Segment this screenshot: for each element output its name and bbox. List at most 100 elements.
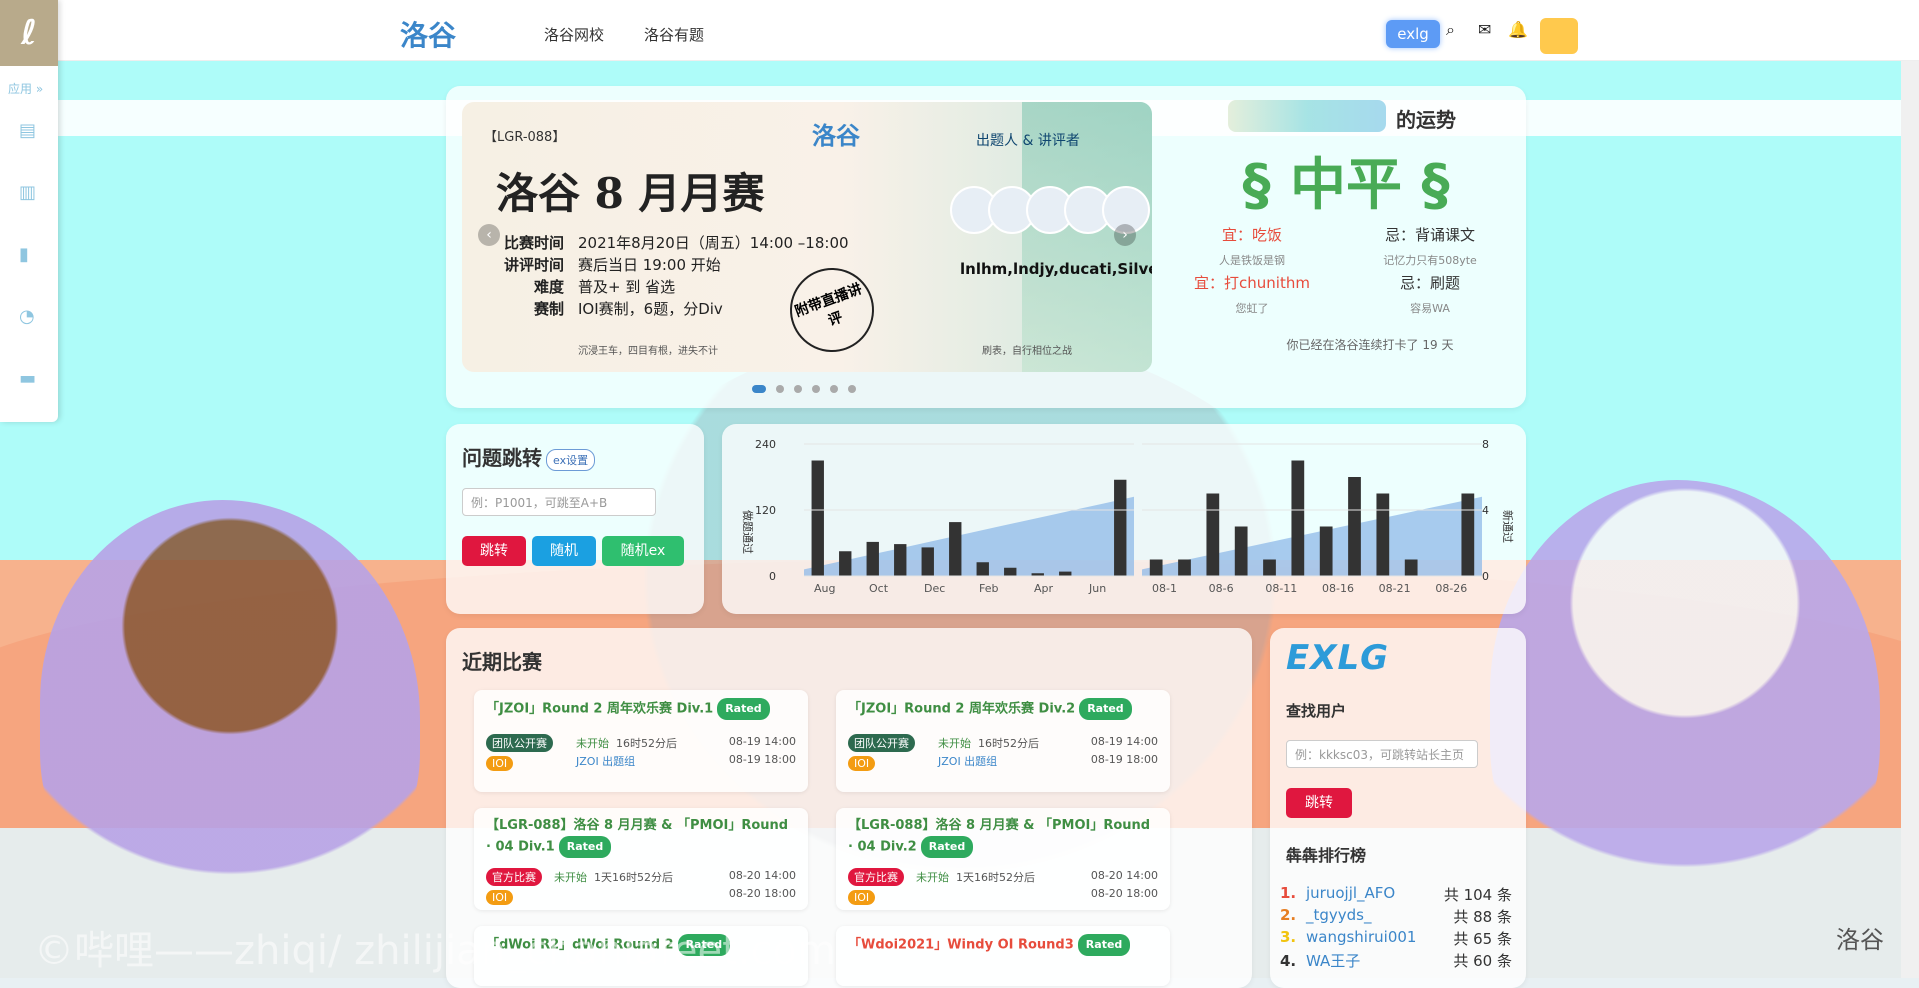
- sidebar-apps-label[interactable]: 应用 »: [8, 80, 43, 97]
- chart-x-tick: 08-21: [1379, 582, 1411, 595]
- chart-bar: [1461, 493, 1475, 576]
- rank-user[interactable]: wangshirui001: [1306, 928, 1416, 946]
- carousel-dot[interactable]: [794, 385, 802, 393]
- contest-start: 08-19 14:00: [1090, 735, 1158, 748]
- carousel-dot[interactable]: [830, 385, 838, 393]
- contest-card[interactable]: 「JZOI」Round 2 周年欢乐赛 Div.1 Rated 团队公开赛 IOI 未开…: [474, 690, 808, 792]
- chart-bar: [976, 562, 989, 576]
- contest-type-badge: 团队公开赛: [486, 734, 553, 752]
- contest-title[interactable]: 【LGR-088】洛谷 8 月月赛 & 「PMOI」Round · 04 Div…: [486, 816, 796, 858]
- find-user-title: 查找用户: [1286, 702, 1347, 720]
- clipboard-icon[interactable]: ▥: [19, 182, 36, 203]
- contest-card[interactable]: 【LGR-088】洛谷 8 月月赛 & 「PMOI」Round · 04 Div…: [836, 808, 1170, 910]
- fortune-good-1: 宜：吃饭: [1221, 226, 1282, 244]
- banner-people: lnlhm,lndjy,ducati,Silver187,lxl: [960, 260, 1152, 278]
- carousel-dots: [752, 378, 866, 397]
- carousel-prev-icon[interactable]: ‹: [478, 224, 500, 246]
- nav-luogu-problems[interactable]: 洛谷有题: [644, 24, 704, 45]
- sidebar-logo[interactable]: ℓ: [0, 0, 58, 66]
- chart-x-tick: Feb: [979, 582, 998, 595]
- chart-x-tick: Oct: [869, 582, 889, 595]
- contest-status: 未开始: [938, 737, 971, 750]
- rated-badge: Rated: [1079, 698, 1132, 720]
- benben-rank-title: 犇犇排行榜: [1286, 846, 1367, 865]
- rank-user[interactable]: WA王子: [1306, 952, 1360, 970]
- contest-card[interactable]: 【LGR-088】洛谷 8 月月赛 & 「PMOI」Round · 04 Div…: [474, 808, 808, 910]
- random-ex-button[interactable]: 随机ex: [602, 536, 684, 566]
- recent-contests-title: 近期比赛: [462, 650, 542, 674]
- random-button[interactable]: 随机: [532, 536, 596, 566]
- problem-jump-title: 问题跳转 ex设置: [462, 442, 596, 471]
- nav-luogu-school[interactable]: 洛谷网校: [544, 24, 604, 45]
- chart-x-tick: Jun: [1088, 582, 1106, 595]
- fortune-good-2: 宜：打chunithm: [1194, 274, 1310, 292]
- chart-bar: [811, 460, 824, 576]
- rank-number: 2.: [1280, 906, 1297, 924]
- banner-right-title: 出题人 & 讲评者: [976, 133, 1080, 149]
- sidebar: ℓ 应用 » ▤ ▥ ▮ ◔ ▬: [0, 0, 58, 422]
- rank-row[interactable]: 3. wangshirui001 共 65 条: [1280, 928, 1512, 948]
- chart-area: [804, 496, 1134, 576]
- find-user-jump-button[interactable]: 跳转: [1286, 788, 1352, 818]
- luogu-logo[interactable]: 洛谷: [400, 14, 456, 54]
- rank-user[interactable]: juruojjl_AFO: [1306, 884, 1395, 902]
- jump-button[interactable]: 跳转: [462, 536, 526, 566]
- chart-x-tick: 08-16: [1322, 582, 1354, 595]
- chart-bar: [1178, 559, 1191, 576]
- carousel-dot[interactable]: [776, 385, 784, 393]
- rated-badge: Rated: [558, 836, 612, 858]
- contest-organizer[interactable]: JZOI 出题组: [576, 753, 635, 769]
- contest-card[interactable]: 「JZOI」Round 2 周年欢乐赛 Div.2 Rated 团队公开赛 IOI 未开…: [836, 690, 1170, 792]
- chart-bar: [1263, 559, 1276, 576]
- contest-banner[interactable]: 【LGR-088】 洛谷 洛谷 8 月月赛 比赛时间 2021年8月20日（周五）…: [462, 102, 1152, 372]
- rank-row[interactable]: 1. juruojjl_AFO 共 104 条: [1280, 884, 1512, 904]
- find-user-input[interactable]: 例：kkksc03，可跳转站长主页: [1286, 740, 1478, 768]
- book-icon[interactable]: ▤: [19, 120, 36, 141]
- pie-chart-icon[interactable]: ◔: [19, 306, 35, 327]
- carousel-dot[interactable]: [752, 385, 766, 393]
- user-avatar[interactable]: [1540, 18, 1578, 54]
- chart-bar: [1114, 479, 1127, 576]
- contest-title[interactable]: 「Wdoi2021」Windy OI Round3 Rated: [848, 934, 1158, 956]
- rank-row[interactable]: 4. WA王子 共 60 条: [1280, 950, 1512, 971]
- contest-type-badge: 官方比赛: [486, 868, 542, 886]
- exlg-logo: EXLG: [1286, 638, 1390, 678]
- chart-bar: [894, 544, 907, 576]
- contest-card[interactable]: 「Wdoi2021」Windy OI Round3 Rated: [836, 926, 1170, 986]
- carousel-dot[interactable]: [848, 385, 856, 393]
- fortune-bad-1: 忌：背诵课文: [1384, 226, 1475, 244]
- contest-organizer[interactable]: JZOI 出题组: [938, 753, 997, 769]
- chart-x-tick: Apr: [1034, 582, 1054, 595]
- contest-remaining: 16时52分后: [616, 737, 677, 750]
- contest-title[interactable]: 「JZOI」Round 2 周年欢乐赛 Div.2 Rated: [848, 698, 1158, 720]
- chat-icon[interactable]: ▬: [19, 368, 36, 389]
- search-icon[interactable]: ⌕: [1446, 20, 1455, 40]
- chart-bar: [1291, 460, 1305, 576]
- chart-area: [1142, 496, 1482, 576]
- rank-user[interactable]: _tgyyds_: [1306, 906, 1372, 924]
- carousel-next-icon[interactable]: ›: [1114, 224, 1136, 246]
- chart-bar: [1004, 567, 1017, 576]
- practice-charts: 0 120 240 Aug Oct Dec Feb Apr Jun 做题通过 0 4 8 08-1 08-6…: [741, 438, 1515, 595]
- problem-jump-input[interactable]: 例：P1001，可跳至A+B: [462, 488, 656, 516]
- chart-bar: [839, 551, 852, 576]
- checkin-streak: 你已经在洛谷连续打卡了 19 天: [1286, 338, 1454, 352]
- ex-settings-button[interactable]: ex设置: [546, 448, 596, 471]
- chart-x-tick: 08-26: [1435, 582, 1467, 595]
- contest-title[interactable]: 【LGR-088】洛谷 8 月月赛 & 「PMOI」Round · 04 Div…: [848, 816, 1158, 858]
- signal-icon[interactable]: ▮: [19, 244, 29, 265]
- chart-bar: [1404, 559, 1418, 576]
- mail-icon[interactable]: ✉: [1478, 20, 1491, 39]
- carousel-dot[interactable]: [812, 385, 820, 393]
- bell-icon[interactable]: 🔔: [1508, 20, 1528, 39]
- top-navbar: 洛谷 洛谷网校 洛谷有题 exlg ⌕ ✉ 🔔: [0, 0, 1919, 61]
- contest-start: 08-20 14:00: [728, 869, 796, 882]
- contest-rule-badge: IOI: [486, 756, 514, 771]
- chart-x-tick: 08-6: [1209, 582, 1234, 595]
- contest-title[interactable]: 「JZOI」Round 2 周年欢乐赛 Div.1 Rated: [486, 698, 796, 720]
- corner-logo: 洛谷: [1836, 926, 1884, 954]
- rated-badge: Rated: [920, 836, 974, 858]
- rated-badge: Rated: [717, 698, 770, 720]
- rank-row[interactable]: 2. _tgyyds_ 共 88 条: [1280, 906, 1512, 926]
- exlg-button[interactable]: exlg: [1386, 20, 1440, 48]
